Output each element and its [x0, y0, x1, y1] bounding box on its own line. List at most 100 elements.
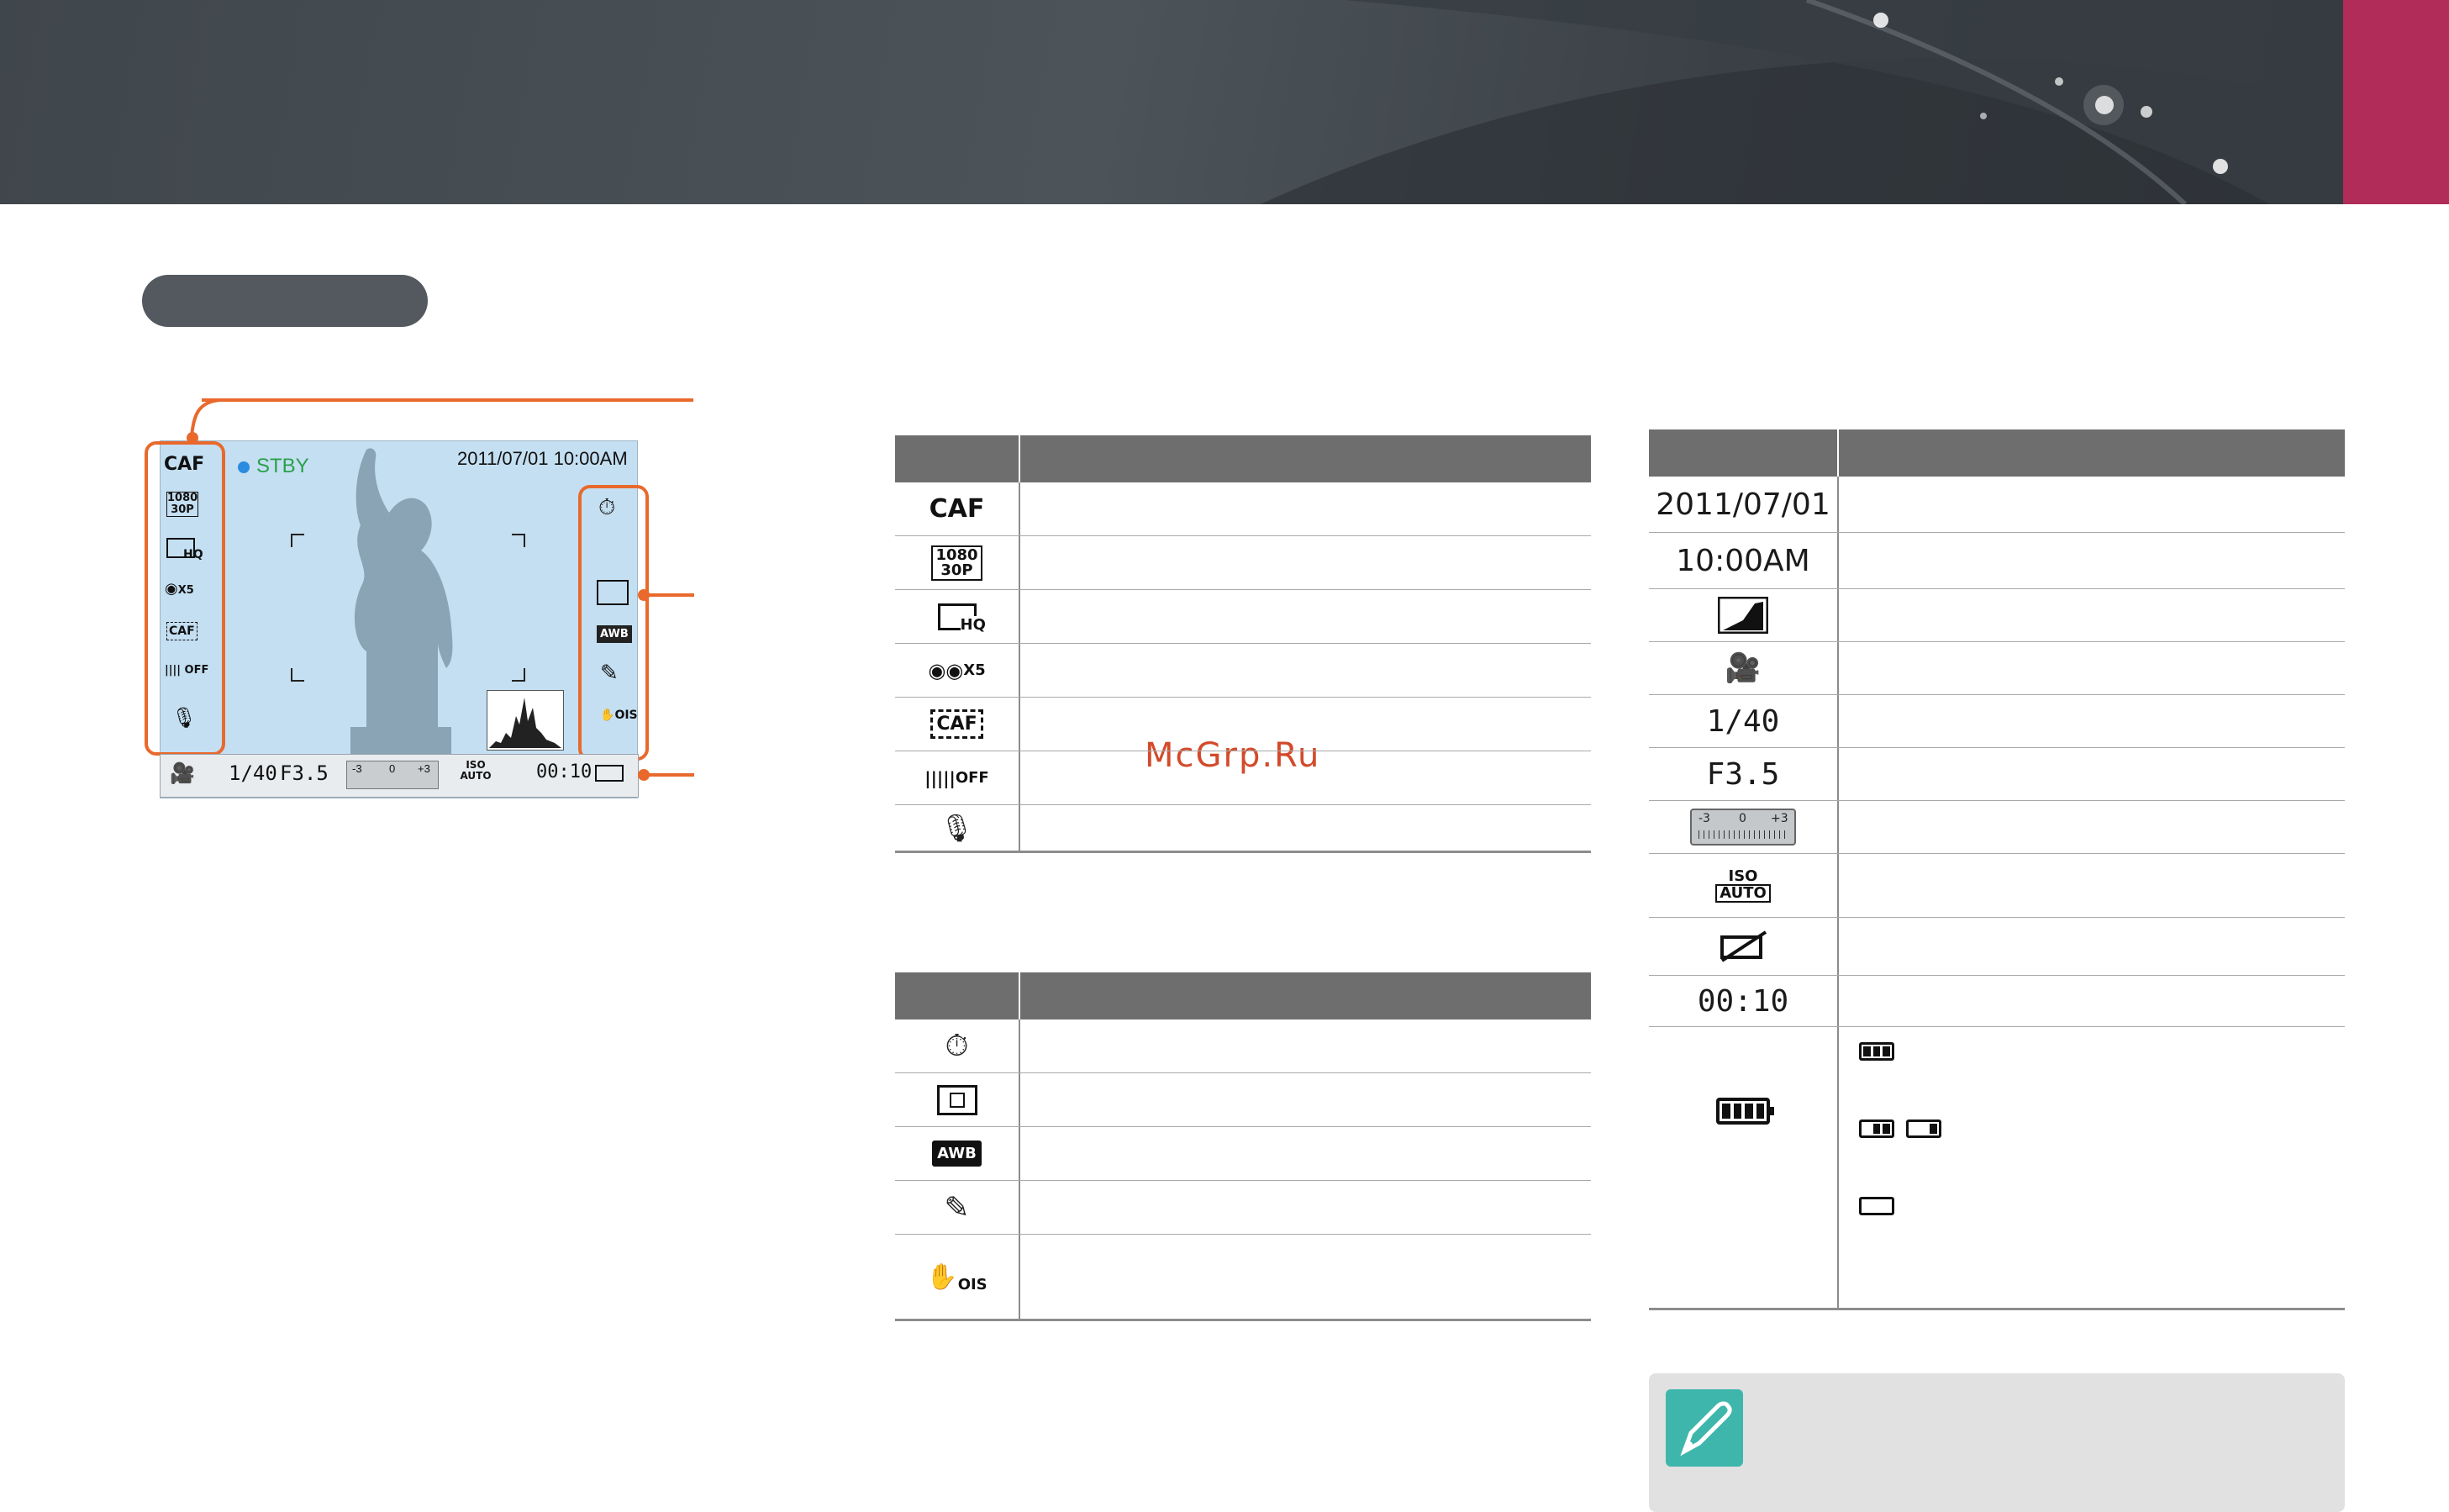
- camera-lcd-screen: [160, 440, 638, 798]
- awb-icon: AWB: [895, 1127, 1019, 1180]
- focus-bracket-tr: [512, 534, 525, 547]
- table-row: 00:10: [1649, 976, 2345, 1027]
- recording-time-text: 00:10: [1697, 983, 1789, 1019]
- movie-program-icon: 🎥: [170, 762, 195, 785]
- quality-hq-label: HQ: [183, 548, 203, 561]
- table-bottom-rule: [895, 1319, 1591, 1321]
- table-row: [895, 1073, 1591, 1127]
- table-bottom-rule: [1649, 1308, 2345, 1310]
- no-memory-card-icon: [1649, 918, 1837, 975]
- table-row: HQ: [895, 590, 1591, 644]
- child-silhouette-graphic: [350, 448, 453, 798]
- shutter-speed: 1/40: [229, 761, 277, 785]
- battery-full-icon: [1859, 1042, 1894, 1061]
- table-row: -3 0 +3: [1649, 801, 2345, 854]
- section-label-pill: [142, 275, 428, 327]
- resolution-1080-30p-icon: 1080 30P: [895, 536, 1019, 589]
- exposure-zero: 0: [389, 762, 396, 775]
- time-text: 10:00AM: [1676, 543, 1810, 578]
- table-row: ◉◉ X5: [895, 644, 1591, 698]
- table-row: ISO AUTO: [1649, 854, 2345, 918]
- exposure-scale-icon: -3 0 +3: [346, 761, 439, 789]
- smart-filter-icon: ✎: [944, 1189, 970, 1225]
- battery-half-icon: [1859, 1120, 1894, 1138]
- record-dot-icon: [238, 461, 250, 473]
- table-row: AWB: [895, 1127, 1591, 1181]
- leader-curve: [190, 398, 220, 438]
- focus-bracket-bl: [291, 668, 304, 682]
- table-row: ✋ OIS: [895, 1235, 1591, 1319]
- banner-swoosh-graphic: [1261, 0, 2353, 204]
- smart-filter-icon: ✎: [600, 660, 619, 685]
- screen-datetime: 2011/07/01 10:00AM: [457, 448, 628, 469]
- table-row: ⏱: [895, 1019, 1591, 1073]
- table-row: 1/40: [1649, 695, 2345, 748]
- recording-time: 00:10: [536, 761, 592, 782]
- table-row: 1080 30P: [895, 536, 1591, 590]
- caf-icon: CAF: [164, 454, 205, 475]
- icons-table-right: 2011/07/01 10:00AM 🎥 1/40 F3.5 -3 0 +3 I…: [1649, 429, 2345, 1312]
- table-header: [1649, 429, 2345, 477]
- table-row: CAF: [895, 698, 1591, 751]
- exposure-scale-icon: -3 0 +3: [1649, 801, 1837, 853]
- shutter-speed-text: 1/40: [1706, 703, 1780, 739]
- standby-status: STBY: [238, 455, 309, 478]
- table-row: [1649, 589, 2345, 642]
- note-pen-icon: [1666, 1389, 1743, 1467]
- iso-icon: ISO AUTO: [460, 759, 492, 782]
- icons-table-left-bottom: ⏱ AWB ✎ ✋ OIS: [895, 972, 1591, 1321]
- microphone-icon: 🎙: [171, 707, 198, 730]
- self-timer-icon: ⏱: [945, 1028, 969, 1062]
- caf-icon: CAF: [929, 494, 985, 524]
- table-row: [1649, 1027, 2345, 1310]
- leader-line-bottom: [644, 773, 694, 777]
- table-row: ✎: [895, 1181, 1591, 1235]
- microphone-icon: 🎙: [940, 813, 974, 843]
- histogram-icon: [1649, 589, 1837, 641]
- exposure-min: -3: [352, 762, 362, 775]
- date-text: 2011/07/01: [1656, 487, 1830, 522]
- quality-hq-icon: HQ: [895, 590, 1019, 643]
- table-row: [1649, 918, 2345, 976]
- leader-dot-bottom: [638, 769, 650, 781]
- leader-line-middle: [644, 593, 694, 597]
- metering-icon: [597, 580, 629, 605]
- table-header: [895, 972, 1591, 1019]
- ois-icon: ✋OIS: [600, 709, 638, 722]
- battery-low-icon: [1906, 1120, 1941, 1138]
- aperture-text: F3.5: [1706, 756, 1780, 792]
- note-box: [1649, 1373, 2345, 1512]
- table-row: 10:00AM: [1649, 533, 2345, 589]
- battery-icon: [595, 765, 624, 782]
- awb-icon: AWB: [597, 625, 632, 643]
- table-row: F3.5: [1649, 748, 2345, 801]
- burst-icon: ◉X5: [165, 580, 194, 598]
- battery-empty-icon: [1859, 1197, 1894, 1215]
- header-banner: [0, 0, 2449, 204]
- self-timer-icon: ⏱: [598, 494, 616, 519]
- exposure-max: +3: [418, 762, 430, 775]
- chapter-tab: [2343, 0, 2449, 204]
- icons-table-left-top: CAF 1080 30P HQ ◉◉ X5 CAF ||||| OFF 🎙: [895, 435, 1591, 853]
- table-row: 🎥: [1649, 642, 2345, 695]
- table-bottom-rule: [895, 851, 1591, 853]
- focus-bracket-tl: [291, 534, 304, 547]
- table-row: 2011/07/01: [1649, 477, 2345, 533]
- caf-frame-icon: CAF: [166, 622, 198, 640]
- table-row: 🎙: [895, 805, 1591, 851]
- resolution-icon: 1080 30P: [166, 492, 198, 517]
- metering-icon: [895, 1073, 1019, 1126]
- iso-auto-icon: ISO AUTO: [1649, 854, 1837, 917]
- table-row: CAF: [895, 482, 1591, 536]
- leader-dot-right: [638, 589, 650, 601]
- histogram-icon: [489, 698, 561, 748]
- caf-frame-icon: CAF: [895, 698, 1019, 751]
- aperture-value: F3.5: [280, 761, 329, 785]
- battery-icon: [1649, 1027, 1837, 1195]
- ois-icon: ✋OIS: [926, 1262, 988, 1294]
- table-header: [895, 435, 1591, 482]
- leader-line-top: [202, 398, 693, 402]
- focus-bracket-br: [512, 668, 525, 682]
- wind-cut-off-icon: ||||| OFF: [924, 767, 989, 788]
- table-row: ||||| OFF: [895, 751, 1591, 805]
